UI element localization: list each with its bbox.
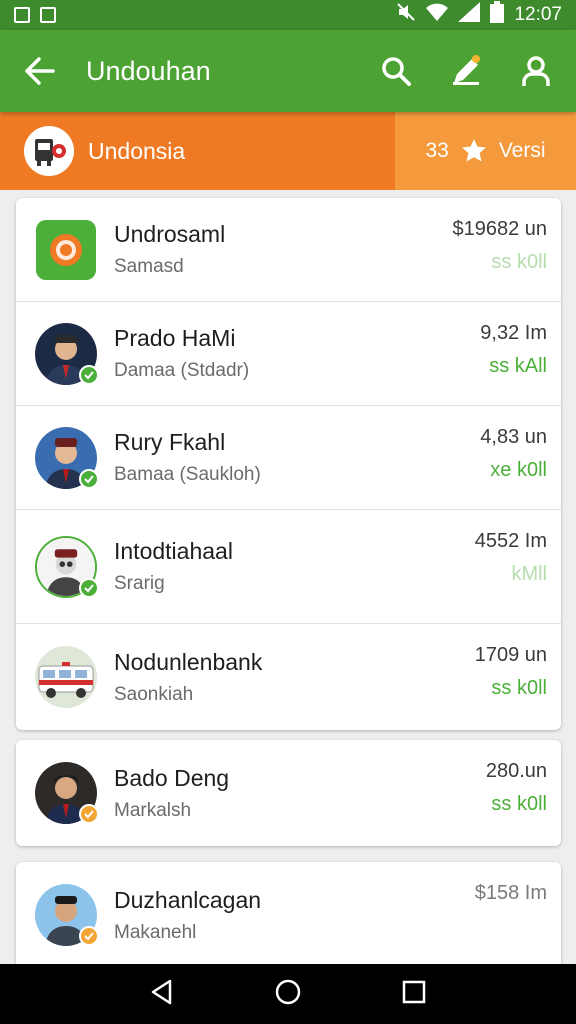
verified-icon: [79, 577, 99, 598]
item-subtitle: Samasd: [114, 256, 184, 277]
item-subtitle: Saonkiah: [114, 683, 194, 705]
avatar: [35, 762, 99, 824]
item-amount: 4552 Im: [474, 530, 547, 552]
region-logo-icon: [24, 126, 74, 176]
version-badge[interactable]: 33 Versi: [395, 112, 576, 190]
app-logo-icon: [35, 219, 97, 281]
gallery-notification-icon: [14, 7, 30, 23]
item-status: xe k0ll: [490, 459, 547, 481]
avatar: [35, 884, 99, 946]
account-card: Duzhanlcagan Makanehl $158 Im: [16, 862, 561, 972]
page-title: Undouhan: [86, 55, 211, 86]
item-name: Intodtiahaal: [114, 538, 233, 564]
list-item[interactable]: Rury Fkahl Bamaa (Saukloh) 4,83 un xe k0…: [16, 406, 561, 510]
item-amount: 4,83 un: [480, 426, 547, 448]
list-item[interactable]: Duzhanlcagan Makanehl $158 Im: [16, 862, 561, 968]
item-name: Undrosaml: [114, 221, 226, 247]
profile-button[interactable]: [516, 51, 556, 91]
avatar: [35, 322, 99, 385]
clock: 12:07: [514, 4, 562, 25]
item-name: Bado Deng: [114, 764, 230, 791]
pending-icon: [79, 804, 99, 824]
item-status: kMll: [511, 563, 547, 585]
notification-dot: [472, 55, 480, 63]
item-status: ss k0ll: [491, 793, 547, 815]
search-icon: [382, 57, 411, 86]
region-banner[interactable]: Undonsia 33 Versi: [0, 112, 576, 190]
avatar: [35, 535, 99, 598]
item-name: Prado HaMi: [114, 325, 236, 351]
list-item[interactable]: Bado Deng Markalsh 280.un ss k0ll: [16, 740, 561, 846]
item-amount: $158 Im: [474, 882, 547, 904]
arrow-left-icon: [25, 57, 55, 85]
wifi-icon: [426, 3, 449, 27]
item-status: ss k0ll: [491, 251, 547, 273]
list-item[interactable]: Prado HaMi Damaa (Stdadr) 9,32 Im ss kAl…: [16, 302, 561, 406]
account-card: Bado Deng Markalsh 280.un ss k0ll: [16, 740, 561, 846]
item-name: Rury Fkahl: [114, 429, 226, 455]
avatar: [35, 426, 99, 489]
status-bar: 12:07: [0, 0, 576, 30]
circle-home-icon: [275, 979, 301, 1004]
nav-home-button[interactable]: [274, 978, 302, 1011]
list-item[interactable]: Undrosaml Samasd $19682 un ss k0ll: [16, 198, 561, 302]
image-notification-icon: [40, 7, 56, 23]
mute-icon: [396, 2, 416, 28]
region-name: Undonsia: [88, 137, 186, 164]
star-icon: [461, 139, 486, 162]
item-name: Duzhanlcagan: [114, 886, 262, 913]
item-subtitle: Bamaa (Saukloh): [114, 464, 261, 485]
item-subtitle: Markalsh: [114, 799, 192, 821]
verified-icon: [79, 364, 99, 385]
item-subtitle: Makanehl: [114, 921, 197, 943]
back-button[interactable]: [20, 51, 60, 91]
user-icon: [522, 56, 550, 86]
item-status: ss k0ll: [491, 677, 547, 699]
battery-icon: [490, 1, 505, 29]
verified-icon: [79, 468, 99, 489]
search-button[interactable]: [376, 51, 416, 91]
list-item[interactable]: Intodtiahaal Srarig 4552 Im kMll: [16, 510, 561, 624]
item-subtitle: Damaa (Stdadr): [114, 360, 250, 381]
item-name: Nodunlenbank: [114, 648, 263, 675]
square-recents-icon: [402, 980, 426, 1003]
app-bar: Undouhan: [0, 30, 576, 112]
edit-button[interactable]: [446, 51, 486, 91]
item-status: ss kAll: [489, 355, 547, 377]
item-amount: $19682 un: [452, 218, 547, 240]
pending-icon: [79, 926, 99, 946]
signal-icon: [458, 2, 481, 28]
item-subtitle: Srarig: [114, 573, 165, 594]
nav-back-button[interactable]: [150, 979, 174, 1010]
item-amount: 280.un: [485, 760, 547, 782]
nav-recents-button[interactable]: [402, 980, 426, 1009]
account-card: Undrosaml Samasd $19682 un ss k0ll Prado…: [16, 198, 561, 730]
item-amount: 9,32 Im: [480, 322, 547, 344]
triangle-back-icon: [151, 979, 172, 1004]
version-label: Versi: [498, 139, 546, 162]
system-nav-bar: [0, 964, 576, 1024]
item-amount: 1709 un: [474, 644, 547, 666]
version-count: 33: [425, 139, 449, 162]
list-item[interactable]: Nodunlenbank Saonkiah 1709 un ss k0ll: [16, 624, 561, 730]
ambulance-icon: [35, 646, 97, 708]
